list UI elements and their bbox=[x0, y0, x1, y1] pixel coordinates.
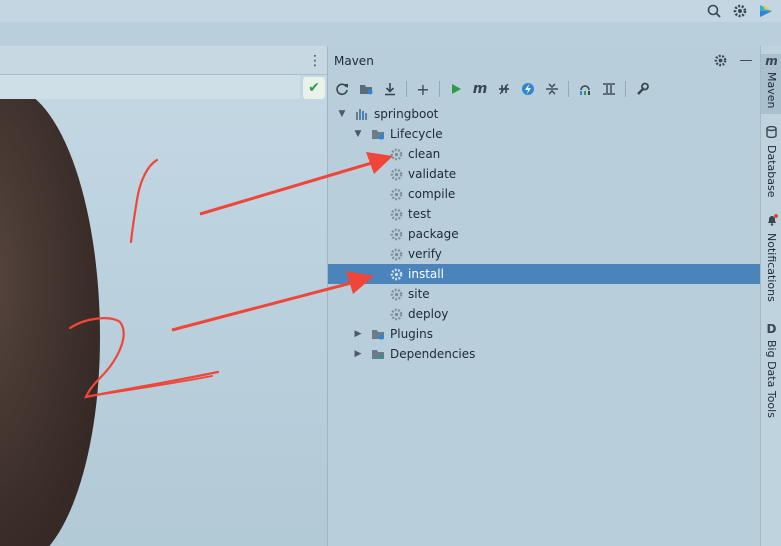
lifecycle-goal-test[interactable]: test bbox=[328, 204, 760, 224]
maven-panel-title: Maven bbox=[334, 54, 374, 68]
lifecycle-goal-label: test bbox=[408, 207, 432, 221]
goal-gear-icon bbox=[388, 266, 404, 282]
database-tab-label: Database bbox=[765, 145, 778, 198]
editor-area bbox=[0, 46, 327, 546]
dependencies-folder-icon bbox=[370, 346, 386, 362]
minimize-icon[interactable]: — bbox=[738, 52, 754, 68]
maven-project-icon bbox=[354, 106, 370, 122]
generate-sources-icon[interactable] bbox=[356, 79, 376, 99]
show-dependencies-icon[interactable] bbox=[575, 79, 595, 99]
lifecycle-label: Lifecycle bbox=[390, 127, 443, 141]
lifecycle-goal-label: deploy bbox=[408, 307, 449, 321]
gear-icon[interactable] bbox=[731, 2, 749, 20]
goal-gear-icon bbox=[388, 286, 404, 302]
tree-node-plugins[interactable]: ▶ Plugins bbox=[328, 324, 760, 344]
maven-m-icon: m bbox=[765, 54, 778, 68]
lifecycle-goal-compile[interactable]: compile bbox=[328, 184, 760, 204]
lifecycle-goal-label: validate bbox=[408, 167, 457, 181]
bigdata-tab-label: Big Data Tools bbox=[765, 340, 778, 418]
maven-tool-tab[interactable]: m Maven bbox=[761, 54, 781, 114]
lifecycle-folder-icon bbox=[370, 126, 386, 142]
bigdata-d-icon: D bbox=[766, 322, 777, 336]
right-tool-strip: m Maven Database Notifications D Big Dat… bbox=[760, 46, 781, 546]
maven-toolbar: + m bbox=[332, 78, 652, 100]
maven-panel: Maven — + m ▼ springboot ▼ Lifecycle cle… bbox=[328, 46, 760, 546]
lifecycle-goal-validate[interactable]: validate bbox=[328, 164, 760, 184]
reload-icon[interactable] bbox=[332, 79, 352, 99]
lifecycle-goal-site[interactable]: site bbox=[328, 284, 760, 304]
tree-node-project[interactable]: ▼ springboot bbox=[328, 104, 760, 124]
lifecycle-goal-label: package bbox=[408, 227, 459, 241]
toolbox-logo-icon[interactable] bbox=[757, 2, 775, 20]
background-photo-hair bbox=[0, 86, 100, 546]
chevron-down-icon[interactable]: ▼ bbox=[352, 128, 364, 140]
chevron-down-icon[interactable]: ▼ bbox=[336, 108, 348, 120]
search-icon[interactable] bbox=[705, 2, 723, 20]
lifecycle-goal-package[interactable]: package bbox=[328, 224, 760, 244]
toggle-offline-icon[interactable] bbox=[494, 79, 514, 99]
wrench-settings-icon[interactable] bbox=[632, 79, 652, 99]
tree-node-dependencies[interactable]: ▶ Dependencies bbox=[328, 344, 760, 364]
chevron-right-icon[interactable]: ▶ bbox=[352, 348, 364, 360]
maven-tab-label: Maven bbox=[765, 72, 778, 109]
lifecycle-goal-label: verify bbox=[408, 247, 442, 261]
skip-tests-icon[interactable] bbox=[518, 79, 538, 99]
maven-project-tree: ▼ springboot ▼ Lifecycle clean validate co… bbox=[328, 104, 760, 364]
bell-icon bbox=[766, 214, 778, 229]
plugins-label: Plugins bbox=[390, 327, 433, 341]
chevron-right-icon[interactable]: ▶ bbox=[352, 328, 364, 340]
goal-gear-icon bbox=[388, 166, 404, 182]
bigdata-tool-tab[interactable]: D Big Data Tools bbox=[761, 322, 781, 422]
toolbar-separator bbox=[439, 81, 440, 97]
left-panel-header bbox=[0, 48, 327, 75]
more-options-icon[interactable]: ⋮ bbox=[308, 52, 322, 70]
add-icon[interactable]: + bbox=[413, 79, 433, 99]
lifecycle-goal-label: clean bbox=[408, 147, 441, 161]
goal-gear-icon bbox=[388, 146, 404, 162]
database-icon bbox=[766, 125, 777, 141]
project-name: springboot bbox=[374, 107, 439, 121]
lifecycle-goal-deploy[interactable]: deploy bbox=[328, 304, 760, 324]
goal-gear-icon bbox=[388, 306, 404, 322]
collapse-icon[interactable] bbox=[542, 79, 562, 99]
lifecycle-goal-label: site bbox=[408, 287, 430, 301]
database-tool-tab[interactable]: Database bbox=[761, 125, 781, 206]
lifecycle-goal-install[interactable]: install bbox=[328, 264, 760, 284]
toolbar-separator bbox=[568, 81, 569, 97]
settings-gear-icon[interactable] bbox=[712, 52, 728, 68]
checkmark-icon[interactable]: ✔ bbox=[303, 77, 325, 99]
lifecycle-goal-label: compile bbox=[408, 187, 456, 201]
notifications-tab-label: Notifications bbox=[765, 233, 778, 302]
goal-gear-icon bbox=[388, 186, 404, 202]
top-toolbar bbox=[0, 0, 781, 22]
goal-gear-icon bbox=[388, 246, 404, 262]
lifecycle-goal-clean[interactable]: clean bbox=[328, 144, 760, 164]
diagram-icon[interactable] bbox=[599, 79, 619, 99]
run-icon[interactable] bbox=[446, 79, 466, 99]
lifecycle-goal-label: install bbox=[408, 267, 444, 281]
dependencies-label: Dependencies bbox=[390, 347, 476, 361]
left-panel-row bbox=[0, 75, 300, 99]
toolbar-separator bbox=[406, 81, 407, 97]
goal-gear-icon bbox=[388, 206, 404, 222]
toolbar-separator bbox=[625, 81, 626, 97]
notifications-tool-tab[interactable]: Notifications bbox=[761, 214, 781, 314]
plugins-folder-icon bbox=[370, 326, 386, 342]
download-icon[interactable] bbox=[380, 79, 400, 99]
maven-header-actions: — bbox=[712, 52, 754, 68]
maven-goal-icon[interactable]: m bbox=[470, 79, 490, 99]
lifecycle-goal-verify[interactable]: verify bbox=[328, 244, 760, 264]
tree-node-lifecycle[interactable]: ▼ Lifecycle bbox=[328, 124, 760, 144]
goal-gear-icon bbox=[388, 226, 404, 242]
